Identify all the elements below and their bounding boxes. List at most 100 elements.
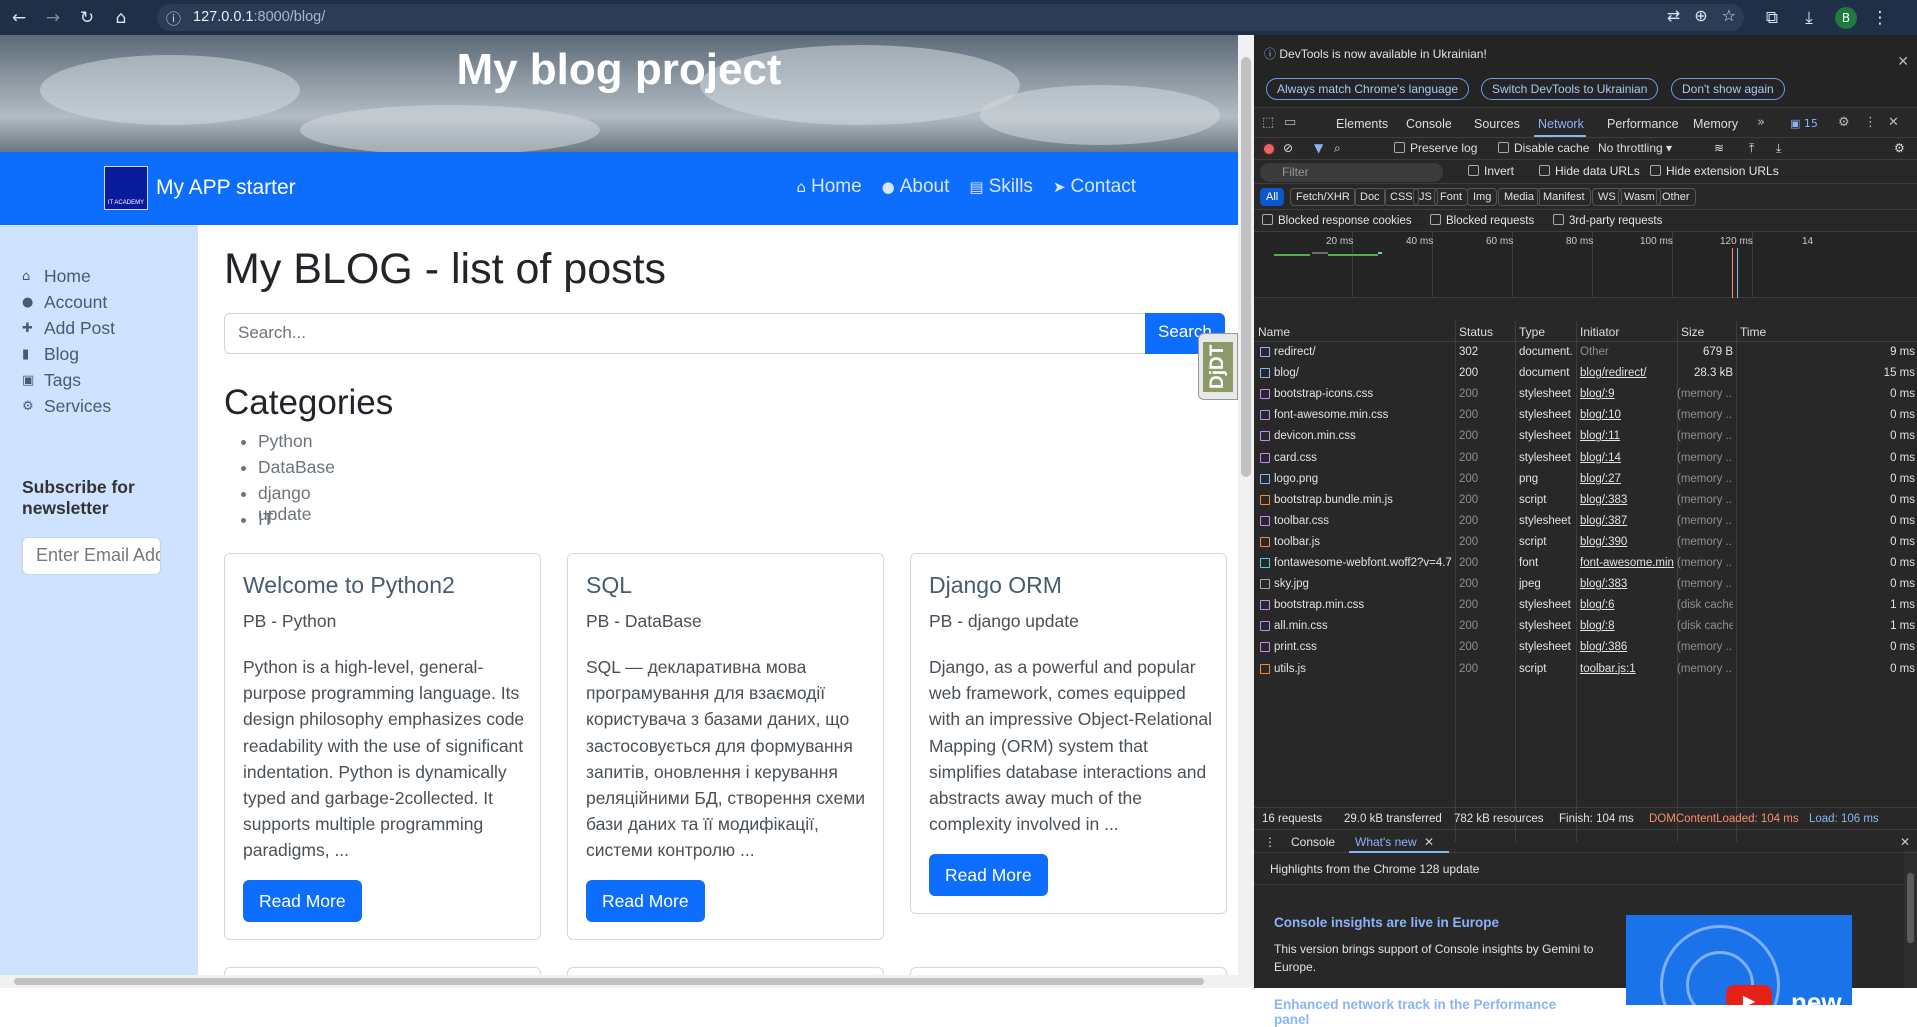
column-time[interactable]: Time — [1740, 325, 1766, 339]
page-horizontal-scrollbar[interactable] — [0, 975, 1238, 988]
settings-gear-icon[interactable]: ⚙ — [1838, 115, 1850, 130]
request-initiator[interactable]: blog/:27 — [1580, 473, 1674, 485]
more-tabs-icon[interactable]: » — [1757, 115, 1765, 130]
extensions-icon[interactable]: ⧉ — [1755, 1, 1789, 35]
search-input[interactable]: Search... — [224, 313, 1146, 354]
drawer-scrollbar[interactable] — [1904, 853, 1917, 988]
nav-home[interactable]: ⌂ Home — [796, 176, 861, 198]
tab-memory[interactable]: Memory — [1693, 117, 1738, 131]
sidebar-item-services[interactable]: ⚙ Services — [22, 393, 115, 419]
chip-font[interactable]: Font — [1434, 188, 1469, 206]
post-title[interactable]: Django ORM — [929, 572, 1062, 599]
request-row[interactable]: blog/200 document blog/redirect/28.3 kB 15 … — [1254, 363, 1917, 384]
chip-fetch-xhr[interactable]: Fetch/XHR — [1290, 188, 1356, 206]
request-initiator[interactable]: blog/:10 — [1580, 409, 1674, 421]
drawer-tab-whats-new[interactable]: What's new — [1355, 835, 1417, 849]
sidebar-item-add-post[interactable]: ✚ Add Post — [22, 315, 115, 341]
play-icon[interactable]: ▶ — [1726, 985, 1772, 1005]
export-har-icon[interactable]: ⤓ — [1776, 141, 1781, 156]
column-size[interactable]: Size — [1681, 325, 1704, 339]
throttling-select[interactable]: No throttling ▾ — [1598, 141, 1672, 155]
sidebar-item-tags[interactable]: ▣ Tags — [22, 367, 115, 393]
home-icon[interactable]: ⌂ — [104, 1, 138, 35]
nav-contact[interactable]: ➤ Contact — [1053, 176, 1136, 198]
forward-icon[interactable]: → — [36, 1, 70, 35]
request-row[interactable]: redirect/302 document... Other 679 B 9 ms — [1254, 342, 1917, 363]
close-drawer-icon[interactable]: ✕ — [1900, 835, 1910, 849]
request-row[interactable]: toolbar.js 200 script blog/:390 (memory ... 0… — [1254, 532, 1917, 553]
sidebar-item-home[interactable]: ⌂ Home — [22, 263, 115, 289]
site-info-icon[interactable]: ⓘ — [166, 8, 181, 29]
sidebar-item-blog[interactable]: ▮ Blog — [22, 341, 115, 367]
nav-skills[interactable]: ▤ Skills — [969, 176, 1033, 198]
column-status[interactable]: Status — [1459, 325, 1493, 339]
inspect-element-icon[interactable]: ⬚ — [1262, 115, 1274, 130]
clear-icon[interactable]: ⊘ — [1283, 141, 1293, 155]
request-initiator[interactable]: font-awesome.min.css — [1580, 557, 1674, 569]
page-vertical-scrollbar[interactable] — [1238, 35, 1254, 988]
translate-icon[interactable]: ⇄ — [1667, 6, 1680, 25]
request-row[interactable]: bootstrap-icons.css 200 stylesheet blog/:9(… — [1254, 384, 1917, 405]
tab-network[interactable]: Network — [1538, 117, 1584, 131]
search-icon[interactable]: ⌕ — [1334, 141, 1341, 156]
zoom-icon[interactable]: ⊕ — [1694, 6, 1707, 25]
reload-icon[interactable]: ↻ — [70, 1, 104, 35]
chip-media[interactable]: Media — [1498, 188, 1540, 206]
request-row[interactable]: toolbar.css 200 stylesheet blog/:387 (memory… — [1254, 511, 1917, 532]
email-field[interactable]: Enter Email Address — [22, 537, 161, 575]
request-row[interactable]: devicon.min.css 200 stylesheet blog/:11 (mem… — [1254, 426, 1917, 447]
preserve-log-checkbox[interactable]: Preserve log — [1394, 141, 1477, 155]
device-toolbar-icon[interactable]: ▭ — [1284, 115, 1296, 130]
request-initiator[interactable]: blog/:11 — [1580, 430, 1674, 442]
read-more-button[interactable]: Read More — [586, 880, 705, 922]
chip-doc[interactable]: Doc — [1354, 188, 1386, 206]
dont-show-again-button[interactable]: Don't show again — [1671, 78, 1785, 100]
feature-link[interactable]: Console insights are live in Europe — [1274, 915, 1499, 930]
request-row[interactable]: logo.png 200 png blog/:27 (memory ... 0 ms — [1254, 469, 1917, 490]
bookmark-star-icon[interactable]: ☆ — [1722, 6, 1736, 25]
network-conditions-icon[interactable]: ≋ — [1714, 141, 1724, 155]
category-link[interactable]: Python — [258, 431, 335, 457]
read-more-button[interactable]: Read More — [243, 880, 362, 922]
third-party-checkbox[interactable]: 3rd-party requests — [1553, 214, 1662, 227]
request-initiator[interactable]: blog/:383 — [1580, 494, 1674, 506]
sidebar-item-account[interactable]: ● Account — [22, 289, 115, 315]
request-initiator[interactable]: blog/redirect/ — [1580, 367, 1674, 379]
chip-other[interactable]: Other — [1656, 188, 1696, 206]
request-row[interactable]: card.css 200 stylesheet blog/:14 (memory ...… — [1254, 448, 1917, 469]
brand[interactable]: IT ACADEMY My APP starter — [104, 166, 296, 210]
request-initiator[interactable]: blog/:383 — [1580, 578, 1674, 590]
request-row[interactable]: sky.jpg 200 jpeg blog/:383 (memory ... 0 ms — [1254, 574, 1917, 595]
request-initiator[interactable]: Other — [1580, 346, 1674, 358]
blocked-cookies-checkbox[interactable]: Blocked response cookies — [1262, 214, 1412, 227]
network-overview[interactable]: 20 ms 40 ms 60 ms 80 ms 100 ms 120 ms 14 — [1254, 232, 1917, 298]
chip-manifest[interactable]: Manifest — [1537, 188, 1591, 206]
column-initiator[interactable]: Initiator — [1580, 325, 1619, 339]
request-initiator[interactable]: blog/:8 — [1580, 620, 1674, 632]
hide-extension-urls-checkbox[interactable]: Hide extension URLs — [1650, 164, 1779, 178]
network-settings-icon[interactable]: ⚙ — [1894, 141, 1905, 155]
tab-sources[interactable]: Sources — [1474, 117, 1520, 131]
menu-kebab-icon[interactable]: ⋮ — [1863, 1, 1897, 35]
close-devtools-icon[interactable]: ✕ — [1888, 115, 1899, 130]
category-link[interactable]: DataBase — [258, 457, 335, 483]
drawer-menu-icon[interactable]: ⋮ — [1264, 835, 1276, 849]
close-icon[interactable]: ✕ — [1897, 53, 1909, 70]
request-row[interactable]: all.min.css 200 stylesheet blog/:8 (disk cac… — [1254, 616, 1917, 637]
import-har-icon[interactable]: ⤒ — [1749, 141, 1754, 156]
request-row[interactable]: print.css 200 stylesheet blog/:386 (memory .… — [1254, 637, 1917, 658]
request-row[interactable]: fontawesome-webfont.woff2?v=4.7.0 200 font… — [1254, 553, 1917, 574]
invert-checkbox[interactable]: Invert — [1468, 164, 1514, 186]
chip-img[interactable]: Img — [1467, 188, 1498, 206]
post-title[interactable]: SQL — [586, 572, 632, 599]
feature-link[interactable]: Enhanced network track in the Performanc… — [1274, 997, 1574, 1027]
tab-elements[interactable]: Elements — [1336, 117, 1388, 131]
tab-performance[interactable]: Performance — [1607, 117, 1679, 131]
drawer-tab-console[interactable]: Console — [1291, 835, 1335, 849]
profile-avatar[interactable]: B — [1829, 1, 1863, 35]
column-type[interactable]: Type — [1519, 325, 1545, 339]
filter-input[interactable]: Filter — [1260, 163, 1443, 182]
chip-wasm[interactable]: Wasm — [1618, 188, 1661, 206]
nav-about[interactable]: ● About — [882, 176, 950, 198]
blocked-requests-checkbox[interactable]: Blocked requests — [1430, 214, 1534, 227]
